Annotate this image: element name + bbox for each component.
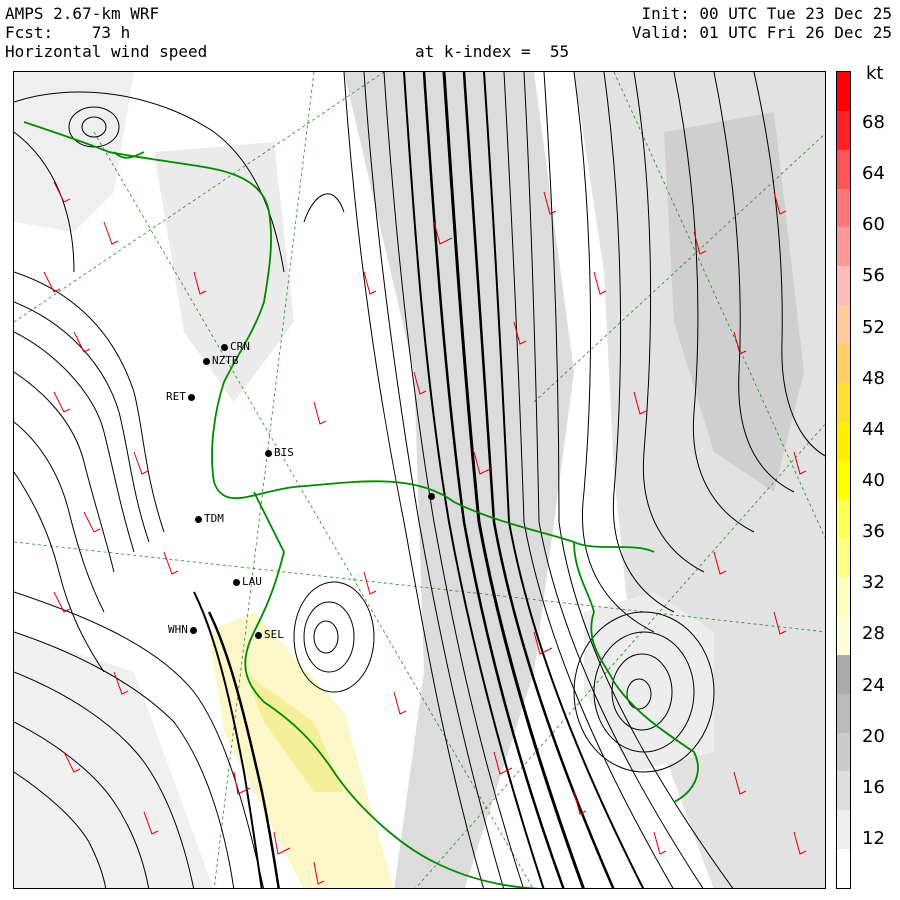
colorbar-tick-label: 60 <box>862 214 885 236</box>
colorbar-segment <box>837 616 850 655</box>
colorbar-segment <box>837 305 850 344</box>
station-marker <box>203 357 210 365</box>
colorbar-units: kt <box>866 63 884 84</box>
level-label: at k-index = 55 <box>415 42 570 61</box>
colorbar-tick-label: 52 <box>862 316 885 338</box>
station-label: NZTB <box>212 354 239 367</box>
colorbar-segment <box>837 149 850 189</box>
colorbar-segment <box>837 72 850 111</box>
station-marker <box>265 449 272 457</box>
model-title: AMPS 2.67-km WRF <box>5 4 160 23</box>
colorbar-tick-label: 12 <box>862 828 885 849</box>
colorbar-segment <box>837 344 850 383</box>
station-unlabeled <box>428 490 437 501</box>
map-canvas <box>14 72 825 888</box>
station-whn: WHN <box>168 624 199 635</box>
colorbar-segment <box>837 499 850 539</box>
station-label: WHN <box>168 623 188 636</box>
colorbar-tick-label: 24 <box>862 674 885 696</box>
station-nztb: NZTB <box>203 355 239 366</box>
station-marker <box>428 492 435 500</box>
colorbar-segment <box>837 188 850 228</box>
colorbar-tick-label: 36 <box>862 521 885 543</box>
station-marker <box>255 631 262 639</box>
station-ret: RET <box>166 391 197 402</box>
colorbar-tick-label: 32 <box>862 572 885 594</box>
colorbar-segment <box>837 771 850 811</box>
station-sel: SEL <box>255 629 284 640</box>
station-label: SEL <box>264 628 284 641</box>
colorbar-segment <box>837 693 850 733</box>
station-label: RET <box>166 390 186 403</box>
valid-time: Valid: 01 UTC Fri 26 Dec 25 <box>631 23 892 42</box>
colorbar-tick-label: 64 <box>862 163 885 185</box>
colorbar-segment <box>837 810 850 850</box>
colorbar-tick-label: 40 <box>862 470 885 491</box>
field-name: Horizontal wind speed <box>5 42 208 61</box>
station-label: CRN <box>230 340 250 353</box>
colorbar-tick-label: 20 <box>862 725 885 747</box>
map-panel: CRN NZTB RET BIS TDM LAU WHN SEL <box>13 71 826 889</box>
colorbar-segment <box>837 382 850 422</box>
station-label: BIS <box>274 446 294 459</box>
colorbar-segment <box>837 732 850 772</box>
station-marker <box>233 578 240 586</box>
colorbar-tick-label: 44 <box>862 418 885 440</box>
colorbar-tick-label: 68 <box>862 112 885 133</box>
colorbar-segment <box>837 266 850 306</box>
station-crn: CRN <box>221 341 250 352</box>
colorbar-tick-label: 16 <box>862 776 885 798</box>
station-lau: LAU <box>233 576 262 587</box>
colorbar-segment <box>837 577 850 616</box>
colorbar-segment <box>837 460 850 500</box>
colorbar-segment <box>837 849 850 888</box>
colorbar-segment <box>837 654 850 694</box>
colorbar-segment <box>837 538 850 578</box>
colorbar-segment <box>837 227 850 267</box>
station-marker <box>187 393 195 401</box>
colorbar-segment <box>837 110 850 150</box>
colorbar-tick-label: 56 <box>862 265 885 287</box>
station-label: LAU <box>242 575 262 588</box>
colorbar-tick-label: 28 <box>862 623 885 645</box>
station-marker <box>189 626 197 634</box>
colorbar <box>836 71 851 889</box>
init-time: Init: 00 UTC Tue 23 Dec 25 <box>641 4 892 23</box>
station-marker <box>195 515 202 523</box>
station-marker <box>221 343 228 351</box>
station-bis: BIS <box>265 447 294 458</box>
station-tdm: TDM <box>195 513 224 524</box>
forecast-hour: Fcst: 73 h <box>5 23 131 42</box>
station-label: TDM <box>204 512 224 525</box>
colorbar-tick-label: 48 <box>862 367 885 389</box>
colorbar-segment <box>837 421 850 461</box>
